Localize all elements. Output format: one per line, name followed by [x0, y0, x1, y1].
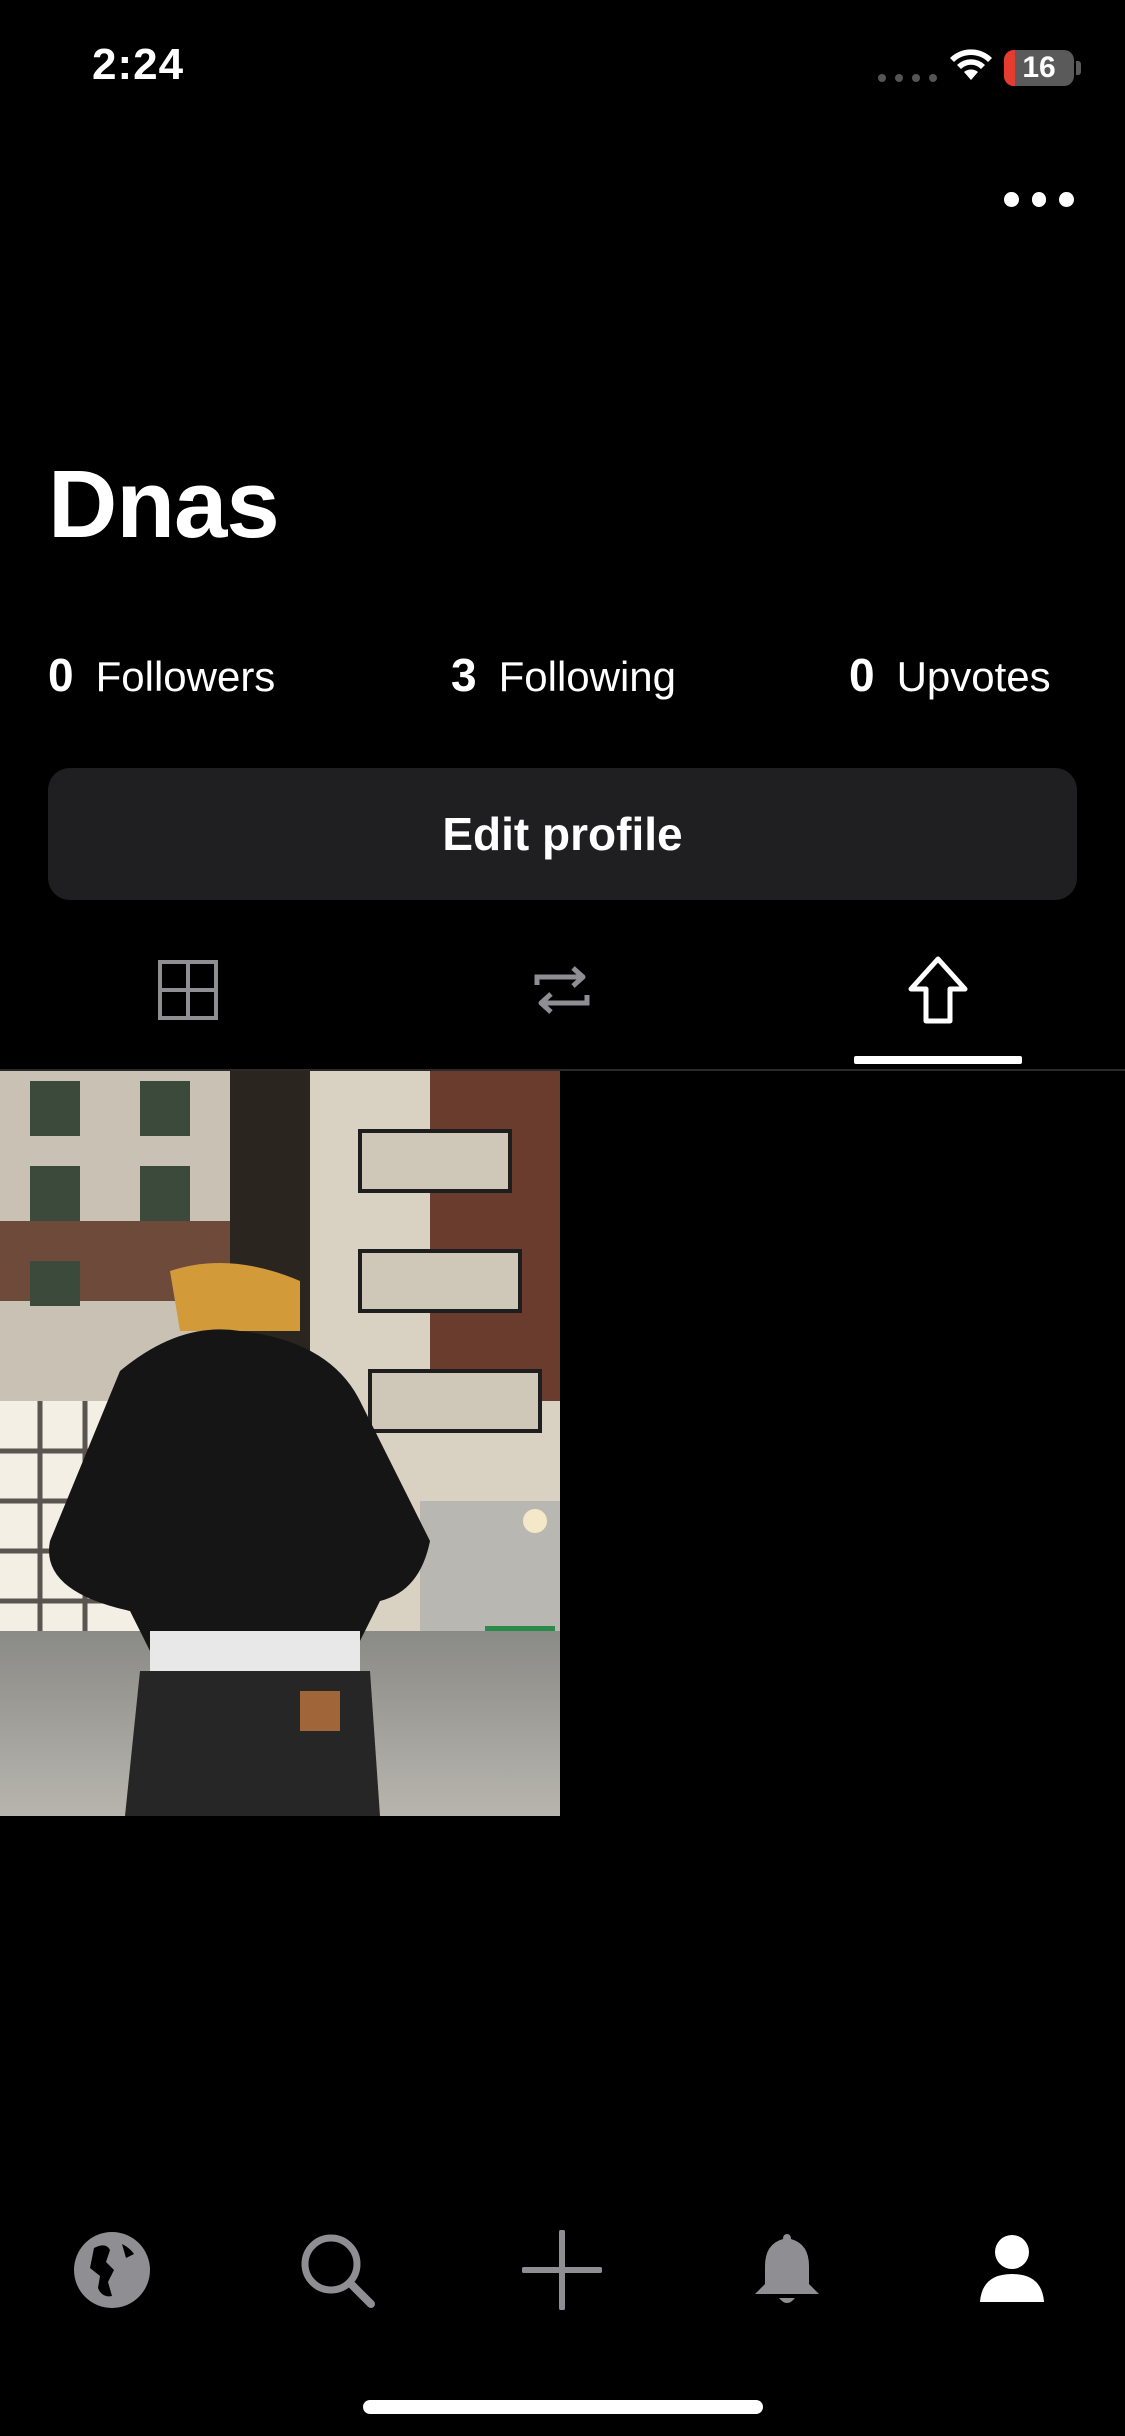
nav-search[interactable]: [287, 2220, 387, 2320]
following-label: Following: [498, 653, 677, 700]
nav-create[interactable]: [512, 2220, 612, 2320]
status-time: 2:24: [92, 40, 185, 89]
upvotes-stat[interactable]: 0 Upvotes: [849, 648, 1051, 702]
followers-count: 0: [48, 649, 74, 701]
nav-notifications[interactable]: [737, 2220, 837, 2320]
photo-thumbnail: [0, 1071, 560, 1816]
followers-stat[interactable]: 0 Followers: [48, 648, 275, 702]
wifi-icon: [948, 46, 994, 87]
profile-icon: [980, 2235, 1044, 2302]
edit-profile-button[interactable]: Edit profile: [48, 768, 1077, 900]
upvotes-label: Upvotes: [896, 653, 1051, 700]
nav-discover[interactable]: [62, 2220, 162, 2320]
search-icon: [301, 2234, 375, 2308]
battery-icon: 16: [1004, 50, 1074, 86]
following-count: 3: [451, 649, 477, 701]
globe-icon: [74, 2232, 150, 2308]
plus-icon: [522, 2230, 602, 2310]
battery-level: 16: [1022, 51, 1056, 84]
active-tab-indicator: [854, 1056, 1022, 1064]
more-options-icon[interactable]: [1004, 186, 1075, 212]
profile-username: Dnas: [48, 451, 280, 558]
tab-posts-grid[interactable]: [118, 950, 258, 1030]
tab-upvoted[interactable]: [868, 950, 1008, 1030]
post-thumbnail[interactable]: [0, 1071, 560, 1816]
grid-icon: [158, 960, 218, 1020]
upvotes-count: 0: [849, 649, 875, 701]
nav-profile[interactable]: [962, 2220, 1062, 2320]
followers-label: Followers: [95, 653, 276, 700]
repost-icon: [534, 966, 590, 1014]
cellular-signal-icon: [878, 74, 937, 82]
tab-reposts[interactable]: [492, 950, 632, 1030]
home-indicator[interactable]: [363, 2400, 763, 2414]
battery-tip: [1076, 61, 1081, 75]
bell-icon: [755, 2234, 819, 2303]
following-stat[interactable]: 3 Following: [451, 648, 676, 702]
upvote-arrow-icon: [908, 956, 968, 1024]
